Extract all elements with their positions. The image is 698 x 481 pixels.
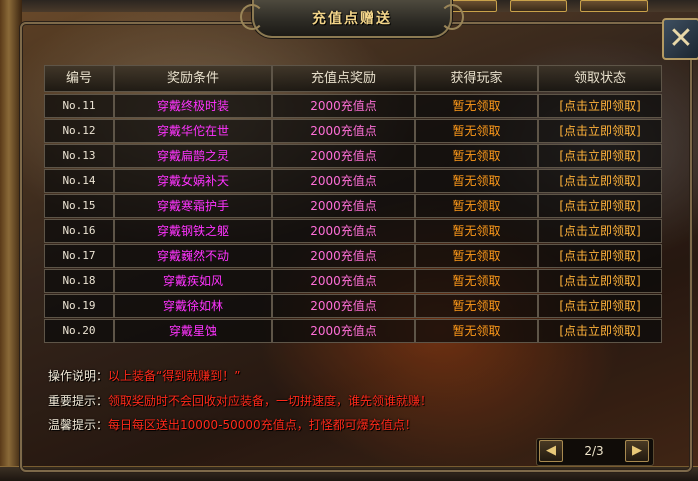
table-row: No.17 穿戴巍然不动 2000充值点 暂无领取 [点击立即领取] — [44, 244, 662, 268]
row-condition: 穿戴寒霜护手 — [114, 194, 272, 218]
claim-button[interactable]: [点击立即领取] — [538, 319, 662, 343]
note-label: 重要提示： — [48, 394, 109, 408]
title-plate: 充值点赠送 — [240, 0, 464, 38]
row-player: 暂无领取 — [415, 219, 538, 243]
header-player: 获得玩家 — [415, 65, 538, 92]
row-reward: 2000充值点 — [272, 94, 415, 118]
row-reward: 2000充值点 — [272, 169, 415, 193]
row-id: No.13 — [44, 144, 114, 168]
row-id: No.17 — [44, 244, 114, 268]
claim-button[interactable]: [点击立即领取] — [538, 169, 662, 193]
claim-button[interactable]: [点击立即领取] — [538, 269, 662, 293]
row-reward: 2000充值点 — [272, 219, 415, 243]
row-condition: 穿戴巍然不动 — [114, 244, 272, 268]
row-condition: 穿戴终极时装 — [114, 94, 272, 118]
row-reward: 2000充值点 — [272, 144, 415, 168]
arrow-left-icon: ◀ — [546, 443, 556, 458]
row-reward: 2000充值点 — [272, 294, 415, 318]
window-title: 充值点赠送 — [312, 11, 392, 27]
row-condition: 穿戴女娲补天 — [114, 169, 272, 193]
claim-button[interactable]: [点击立即领取] — [538, 119, 662, 143]
header-id: 编号 — [44, 65, 114, 92]
note-label: 操作说明： — [48, 369, 109, 383]
claim-button[interactable]: [点击立即领取] — [538, 144, 662, 168]
table-row: No.14 穿戴女娲补天 2000充值点 暂无领取 [点击立即领取] — [44, 169, 662, 193]
row-id: No.12 — [44, 119, 114, 143]
row-id: No.20 — [44, 319, 114, 343]
row-player: 暂无领取 — [415, 94, 538, 118]
row-player: 暂无领取 — [415, 294, 538, 318]
top-toolbar-button[interactable] — [580, 0, 648, 12]
row-reward: 2000充值点 — [272, 269, 415, 293]
table-row: No.12 穿戴华佗在世 2000充值点 暂无领取 [点击立即领取] — [44, 119, 662, 143]
row-id: No.14 — [44, 169, 114, 193]
header-condition: 奖励条件 — [114, 65, 272, 92]
close-button[interactable]: ✕ — [662, 18, 698, 60]
claim-button[interactable]: [点击立即领取] — [538, 244, 662, 268]
note-value: 领取奖励时不会回收对应装备，一切拼速度，谁先领谁就赚！ — [108, 394, 433, 408]
row-reward: 2000充值点 — [272, 119, 415, 143]
table-row: No.15 穿戴寒霜护手 2000充值点 暂无领取 [点击立即领取] — [44, 194, 662, 218]
note-label: 温馨提示： — [48, 418, 109, 432]
claim-button[interactable]: [点击立即领取] — [538, 194, 662, 218]
row-condition: 穿戴疾如风 — [114, 269, 272, 293]
row-player: 暂无领取 — [415, 244, 538, 268]
row-player: 暂无领取 — [415, 269, 538, 293]
claim-button[interactable]: [点击立即领取] — [538, 94, 662, 118]
row-reward: 2000充值点 — [272, 319, 415, 343]
table-row: No.16 穿戴钢铁之躯 2000充值点 暂无领取 [点击立即领取] — [44, 219, 662, 243]
claim-button[interactable]: [点击立即领取] — [538, 294, 662, 318]
header-status: 领取状态 — [538, 65, 662, 92]
row-player: 暂无领取 — [415, 119, 538, 143]
row-reward: 2000充值点 — [272, 244, 415, 268]
row-reward: 2000充值点 — [272, 194, 415, 218]
arrow-right-icon: ▶ — [632, 443, 642, 458]
operation-note: 操作说明：以上装备“得到就赚到！” — [48, 367, 240, 384]
close-icon: ✕ — [668, 21, 694, 56]
row-player: 暂无领取 — [415, 194, 538, 218]
important-note: 重要提示：领取奖励时不会回收对应装备，一切拼速度，谁先领谁就赚！ — [48, 392, 432, 409]
prev-page-button[interactable]: ◀ — [539, 440, 563, 462]
left-border-ornament — [0, 0, 22, 480]
header-reward: 充值点奖励 — [272, 65, 415, 92]
row-player: 暂无领取 — [415, 169, 538, 193]
row-id: No.16 — [44, 219, 114, 243]
table-row: No.18 穿戴疾如风 2000充值点 暂无领取 [点击立即领取] — [44, 269, 662, 293]
row-id: No.11 — [44, 94, 114, 118]
row-player: 暂无领取 — [415, 144, 538, 168]
row-id: No.19 — [44, 294, 114, 318]
page-indicator: 2/3 — [584, 444, 604, 458]
row-id: No.18 — [44, 269, 114, 293]
row-condition: 穿戴扁鹊之灵 — [114, 144, 272, 168]
table-row: No.19 穿戴徐如林 2000充值点 暂无领取 [点击立即领取] — [44, 294, 662, 318]
table-row: No.11 穿戴终极时装 2000充值点 暂无领取 [点击立即领取] — [44, 94, 662, 118]
tip-note: 温馨提示：每日每区送出10000-50000充值点，打怪都可爆充值点！ — [48, 416, 417, 433]
row-player: 暂无领取 — [415, 319, 538, 343]
claim-button[interactable]: [点击立即领取] — [538, 219, 662, 243]
next-page-button[interactable]: ▶ — [625, 440, 649, 462]
table-header: 编号 奖励条件 充值点奖励 获得玩家 领取状态 — [44, 65, 662, 92]
top-toolbar-button[interactable] — [510, 0, 567, 12]
row-condition: 穿戴星蚀 — [114, 319, 272, 343]
note-value: 以上装备“得到就赚到！” — [108, 369, 241, 383]
note-value: 每日每区送出10000-50000充值点，打怪都可爆充值点！ — [108, 418, 417, 432]
table-row: No.13 穿戴扁鹊之灵 2000充值点 暂无领取 [点击立即领取] — [44, 144, 662, 168]
row-condition: 穿戴华佗在世 — [114, 119, 272, 143]
pagination: ◀ 2/3 ▶ — [536, 438, 654, 466]
table-row: No.20 穿戴星蚀 2000充值点 暂无领取 [点击立即领取] — [44, 319, 662, 343]
row-id: No.15 — [44, 194, 114, 218]
row-condition: 穿戴徐如林 — [114, 294, 272, 318]
row-condition: 穿戴钢铁之躯 — [114, 219, 272, 243]
